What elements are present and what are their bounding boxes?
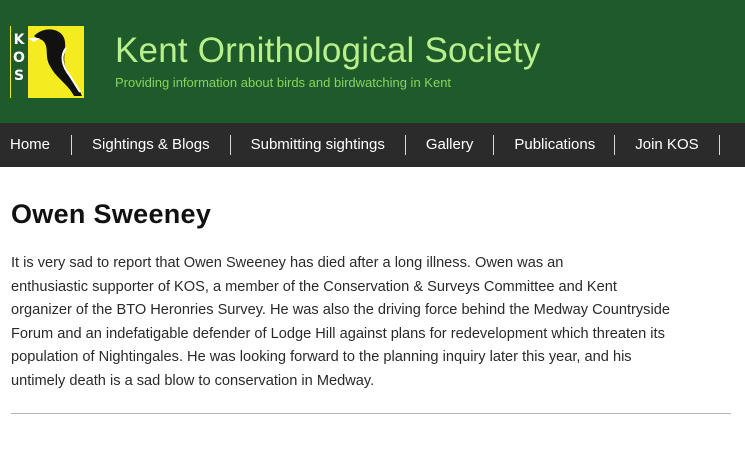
- kos-logo[interactable]: K O S: [10, 26, 84, 98]
- article-line: enthusiastic supporter of KOS, a member …: [11, 278, 617, 295]
- main-nav: Home Sightings & Blogs Submitting sighti…: [0, 123, 745, 167]
- content-divider: [11, 413, 731, 414]
- kos-logo-icon: K O S: [10, 26, 84, 98]
- nav-item-join-kos[interactable]: Join KOS: [615, 135, 720, 155]
- article-line: untimely death is a sad blow to conserva…: [11, 372, 375, 389]
- nav-item-home[interactable]: Home: [0, 135, 73, 155]
- article-body: It is very sad to report that Owen Sween…: [11, 252, 733, 394]
- svg-text:O: O: [13, 50, 25, 66]
- site-title[interactable]: Kent Ornithological Society: [115, 31, 541, 71]
- nav-item-gallery[interactable]: Gallery: [406, 135, 495, 155]
- article-line: It is very sad to report that Owen Sween…: [11, 255, 564, 271]
- svg-text:S: S: [14, 68, 24, 84]
- page-title: Owen Sweeney: [11, 199, 212, 229]
- article: Owen Sweeney It is very sad to report th…: [11, 199, 733, 394]
- nav-item-submitting-sightings[interactable]: Submitting sightings: [231, 135, 406, 155]
- article-line: organizer of the BTO Heronries Survey. H…: [11, 302, 670, 319]
- nav-item-publications[interactable]: Publications: [494, 135, 616, 155]
- site-tagline: Providing information about birds and bi…: [115, 75, 452, 90]
- site-header: K O S Kent Ornithological Society Provid…: [0, 0, 745, 123]
- svg-text:K: K: [14, 32, 26, 48]
- article-line: population of Nightingales. He was looki…: [11, 349, 632, 366]
- article-line: Forum and an indefatigable defender of L…: [11, 325, 665, 342]
- nav-item-sightings-blogs[interactable]: Sightings & Blogs: [72, 135, 231, 155]
